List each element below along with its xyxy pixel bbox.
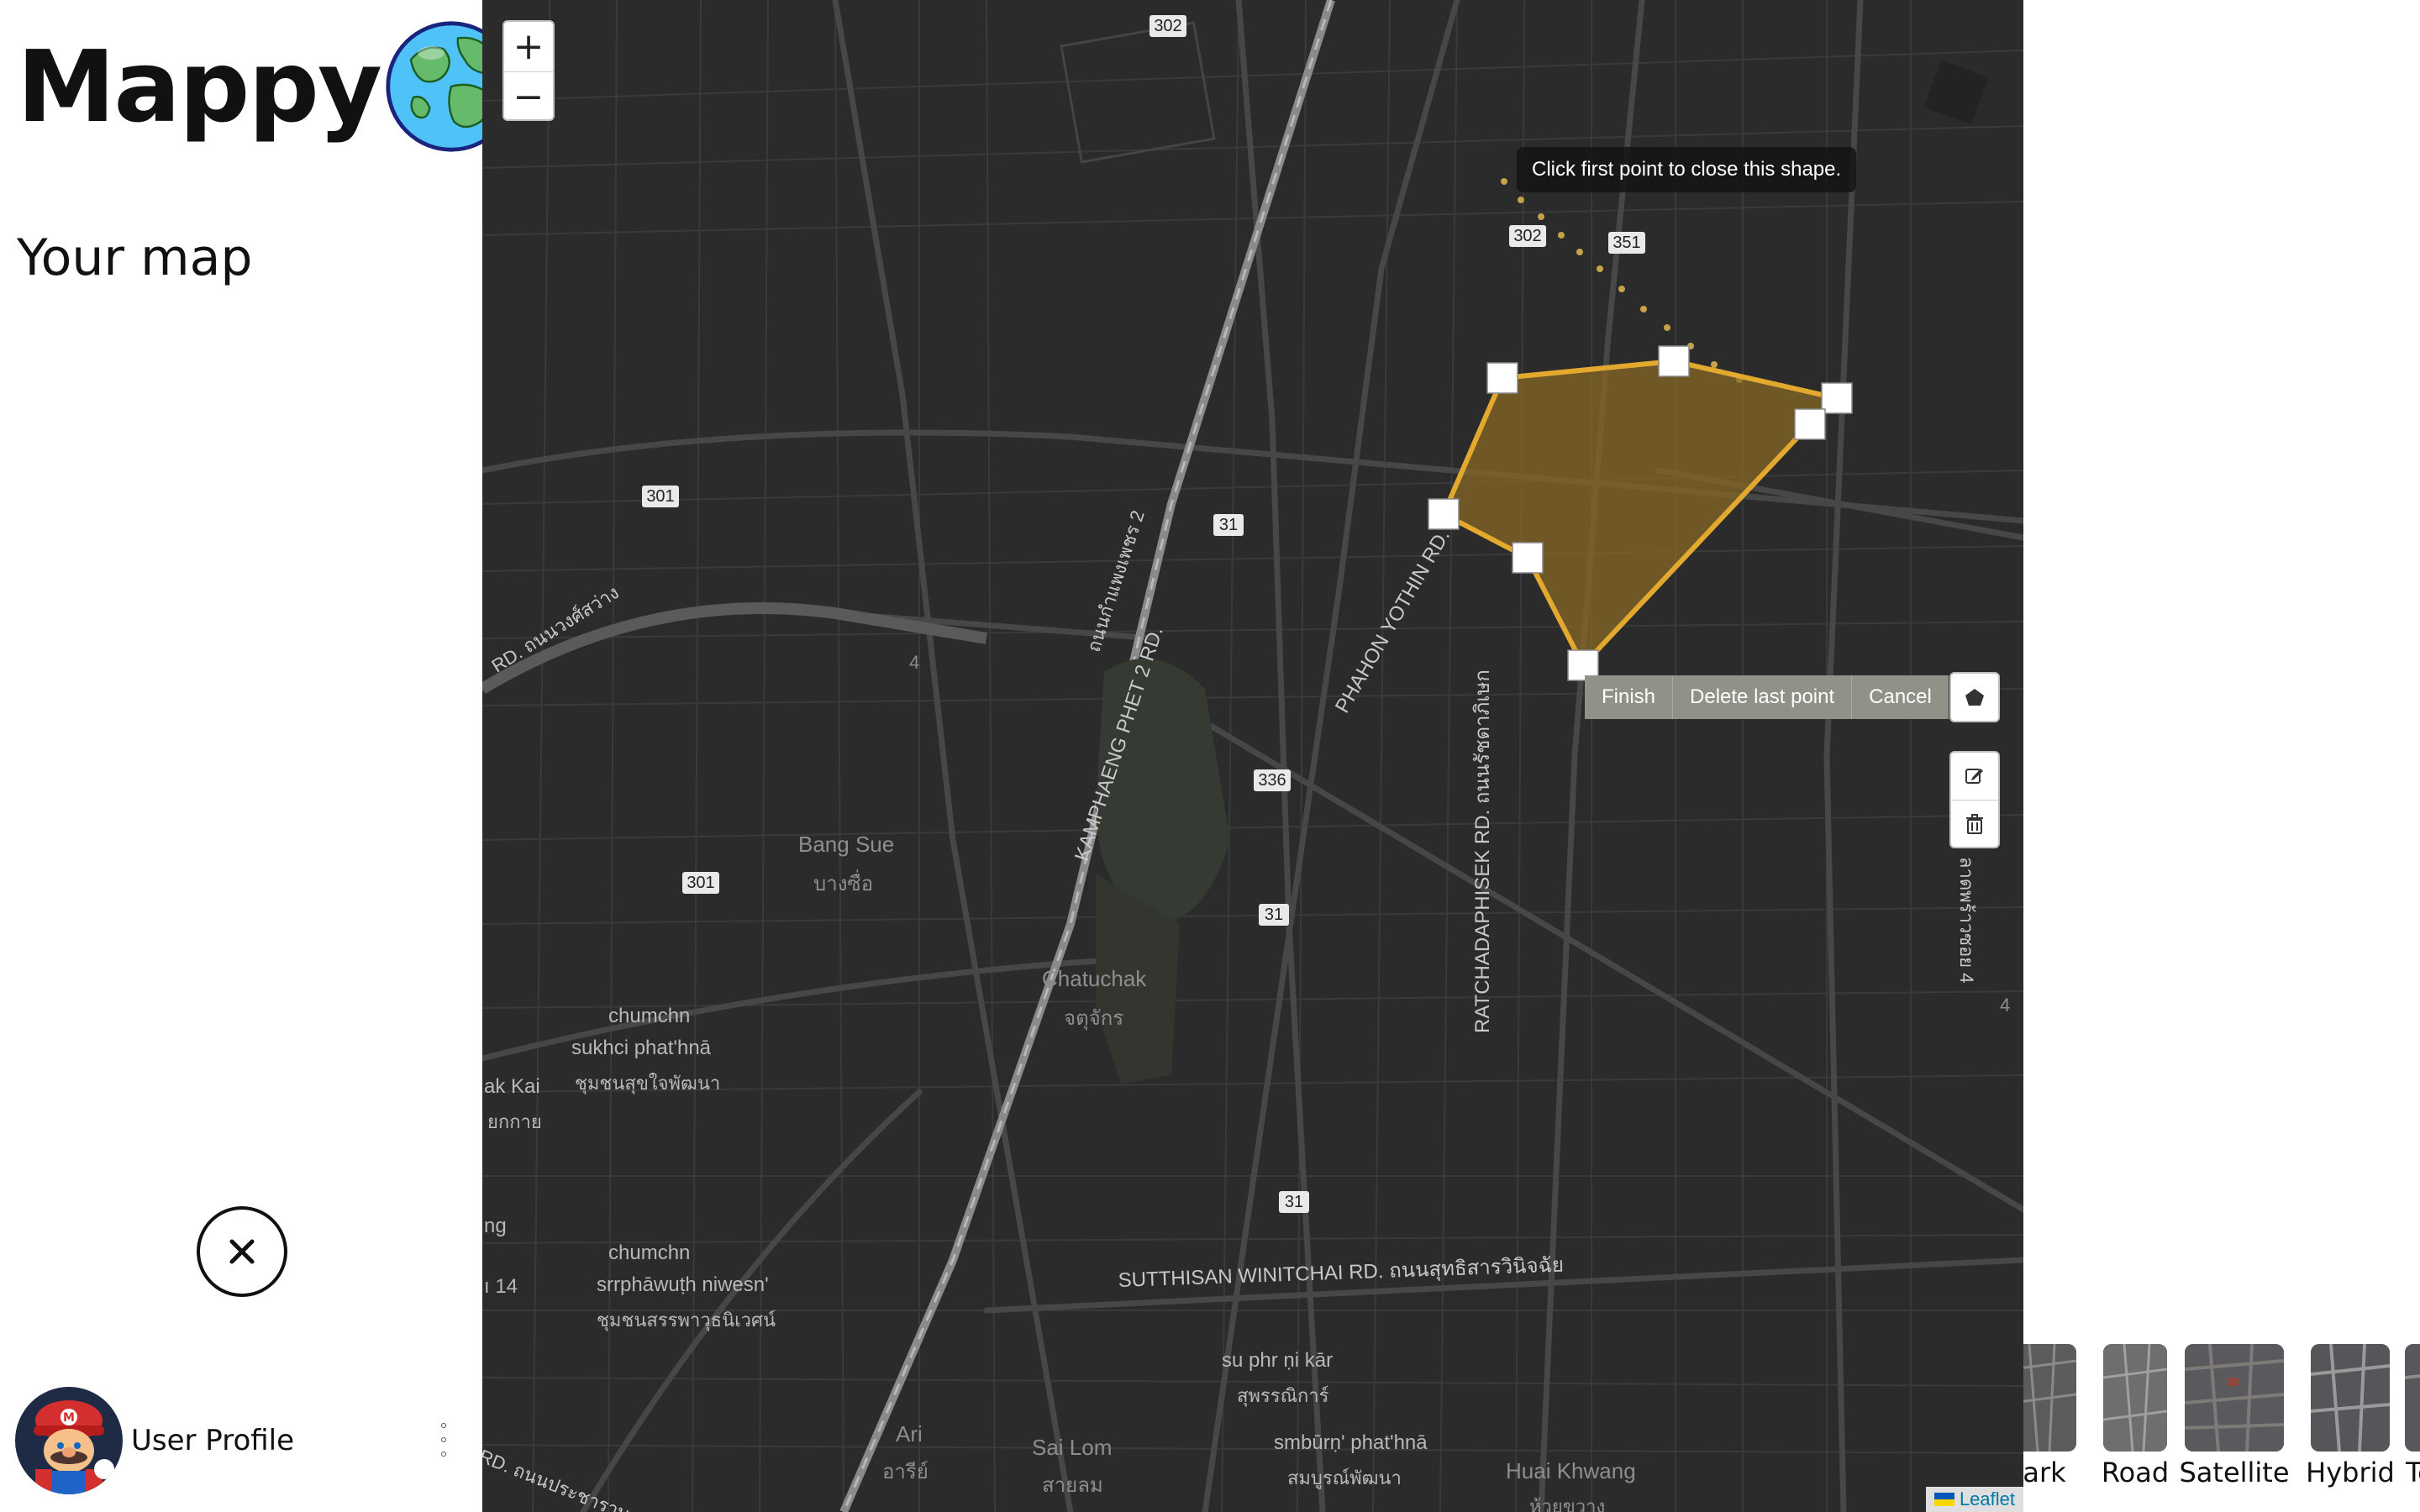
- svg-text:M: M: [63, 1411, 75, 1425]
- zoom-control: + −: [502, 20, 555, 121]
- place-label: chumchn: [608, 1005, 691, 1027]
- layer-label: ark: [2023, 1457, 2066, 1488]
- road-shield: 31: [1279, 1191, 1309, 1213]
- place-label: สุพรรณิการ์: [1237, 1385, 1329, 1406]
- draw-toolbar: [1949, 672, 2000, 722]
- polygon-icon: [1965, 689, 1984, 706]
- road-shield: 31: [1259, 904, 1289, 926]
- user-profile-label: User Profile: [131, 1424, 295, 1457]
- place-label: Huai Khwang: [1506, 1458, 1636, 1483]
- place-label: 4: [909, 652, 920, 673]
- layer-road[interactable]: Road: [2089, 1344, 2181, 1488]
- flag-icon: [1933, 1493, 1954, 1506]
- place-label: smbūrṇ' phat'hnā: [1274, 1431, 1428, 1454]
- finish-button[interactable]: Finish: [1585, 675, 1674, 719]
- layer-label: Hybrid: [2306, 1457, 2395, 1488]
- place-label: Chatuchak: [1042, 966, 1147, 991]
- delete-layers-button[interactable]: [1951, 800, 1998, 847]
- avatar[interactable]: M: [15, 1387, 123, 1494]
- sidebar: Mappy Your map M User Profile: [0, 0, 517, 1512]
- road-shield: 31: [1213, 514, 1244, 536]
- place-label: ห้วยขวาง: [1529, 1496, 1606, 1512]
- brand-logo: Mappy: [17, 15, 518, 158]
- map-attribution[interactable]: Leaflet: [1925, 1487, 2023, 1512]
- basemap-switcher: ark Road Satellite Hybrid Terrai: [2023, 1344, 2420, 1495]
- attribution-link[interactable]: Leaflet: [1960, 1488, 2015, 1510]
- layer-dark[interactable]: ark: [2023, 1344, 2091, 1488]
- layer-label: Satellite: [2179, 1457, 2290, 1488]
- cancel-button[interactable]: Cancel: [1852, 675, 1949, 719]
- place-label: ı 14: [484, 1275, 518, 1298]
- place-label: srrphāwuṭh niwesn': [597, 1273, 769, 1296]
- place-label: บางซื่อ: [813, 873, 874, 895]
- place-label: ng: [484, 1215, 507, 1237]
- layer-terrain[interactable]: Terrai: [2396, 1344, 2420, 1488]
- street-label: RATCHADAPHISEK RD. ถนนรัชดาภิเษก: [1471, 669, 1494, 1033]
- layer-satellite[interactable]: Satellite: [2179, 1344, 2290, 1488]
- road-shield: 301: [642, 486, 679, 507]
- user-profile-row[interactable]: M User Profile: [15, 1386, 452, 1495]
- layer-thumbnail: [2103, 1344, 2167, 1452]
- close-icon: [229, 1239, 255, 1264]
- place-label: su phr ṇi kār: [1222, 1349, 1334, 1372]
- road-shield: 302: [1150, 15, 1186, 37]
- page-subtitle: Your map: [17, 228, 253, 287]
- place-label: ชุมชนสรรพาวุธนิเวศน์: [597, 1310, 776, 1331]
- layer-thumbnail: [2185, 1344, 2284, 1452]
- edit-icon: [1965, 769, 1983, 784]
- layer-hybrid[interactable]: Hybrid: [2304, 1344, 2396, 1488]
- layer-label: Road: [2101, 1457, 2170, 1488]
- place-label: Bang Sue: [798, 832, 895, 857]
- layer-thumbnail: [2023, 1344, 2076, 1452]
- place-label: ยกกาย: [487, 1111, 542, 1132]
- layer-label: Terrai: [2405, 1457, 2420, 1488]
- place-label: สายลม: [1042, 1474, 1103, 1497]
- road-shield: 302: [1509, 225, 1546, 247]
- place-label: ak Kai: [484, 1075, 540, 1098]
- place-label: จตุจักร: [1064, 1007, 1124, 1030]
- road-shield: 301: [682, 872, 719, 894]
- place-label: Sai Lom: [1032, 1435, 1113, 1460]
- brand-title: Mappy: [17, 29, 382, 144]
- draw-polygon-button[interactable]: [1951, 674, 1998, 721]
- delete-last-point-button[interactable]: Delete last point: [1673, 675, 1853, 719]
- place-label: 4: [2000, 995, 2011, 1016]
- draw-tooltip: Click first point to close this shape.: [1517, 147, 1857, 192]
- place-label: อารีย์: [882, 1461, 929, 1483]
- place-label: sukhci phat'hnā: [571, 1037, 712, 1059]
- zoom-out-button[interactable]: −: [504, 71, 553, 119]
- place-label: สมบูรณ์พัฒนา: [1287, 1467, 1402, 1488]
- place-label: Ari: [896, 1421, 923, 1446]
- map-canvas[interactable]: 302 302 351 301 301 31 31 31 336 RATCHAD…: [482, 0, 2023, 1512]
- street-label: ลาดพร้าวซอย 4: [1956, 857, 1977, 984]
- edit-layers-button[interactable]: [1951, 753, 1998, 800]
- layer-thumbnail: [2311, 1344, 2390, 1452]
- edit-toolbar: [1949, 751, 2000, 848]
- road-shield: 336: [1254, 769, 1291, 791]
- draw-actions-bar: Finish Delete last point Cancel: [1585, 675, 1949, 719]
- close-button[interactable]: [197, 1206, 287, 1297]
- trash-icon: [1966, 813, 1983, 834]
- place-label: chumchn: [608, 1242, 691, 1264]
- layer-thumbnail: [2405, 1344, 2420, 1452]
- road-shield: 351: [1608, 232, 1645, 254]
- zoom-in-button[interactable]: +: [504, 22, 553, 71]
- place-label: ชุมชนสุขใจพัฒนา: [575, 1073, 721, 1094]
- kebab-menu-icon[interactable]: [435, 1423, 452, 1457]
